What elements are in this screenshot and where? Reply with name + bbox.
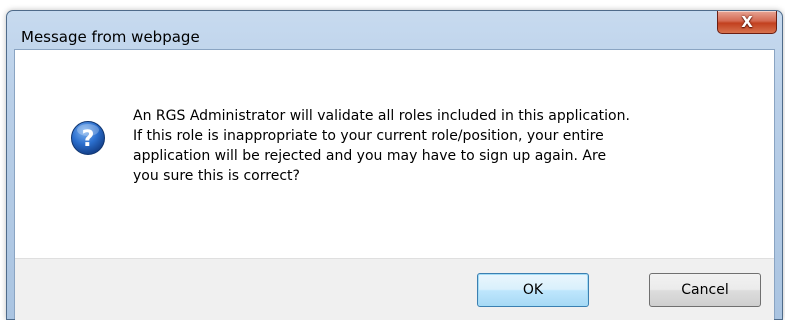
title-bar[interactable]: Message from webpage X <box>7 11 782 46</box>
close-button[interactable]: X <box>717 11 777 34</box>
message-line: An RGS Administrator will validate all r… <box>133 108 630 124</box>
dialog-client-area: ? An RGS Administrator will validate all… <box>14 49 775 320</box>
dialog-content: ? An RGS Administrator will validate all… <box>15 50 774 258</box>
window-title: Message from webpage <box>21 28 200 46</box>
screen: Message from webpage X ? An RGS Administ… <box>0 0 785 320</box>
ok-button[interactable]: OK <box>477 273 589 307</box>
dialog-message: An RGS Administrator will validate all r… <box>133 106 753 186</box>
cancel-button[interactable]: Cancel <box>649 273 761 307</box>
message-dialog-window: Message from webpage X ? An RGS Administ… <box>6 10 783 320</box>
svg-text:?: ? <box>82 127 95 152</box>
message-line: If this role is inappropriate to your cu… <box>133 128 604 144</box>
question-icon: ? <box>71 121 105 155</box>
message-line: you sure this is correct? <box>133 168 300 184</box>
close-icon: X <box>741 13 753 31</box>
dialog-button-bar: OK Cancel <box>15 258 774 320</box>
message-line: application will be rejected and you may… <box>133 148 607 164</box>
